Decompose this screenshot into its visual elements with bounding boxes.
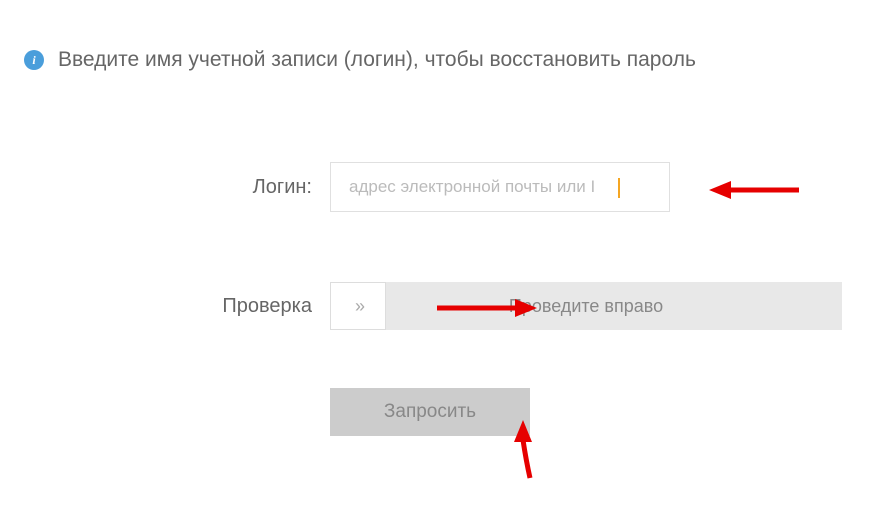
instruction-header: i Введите имя учетной записи (логин), чт…: [0, 0, 878, 72]
slider-handle[interactable]: »: [330, 282, 386, 330]
instruction-text: Введите имя учетной записи (логин), чтоб…: [58, 48, 696, 72]
info-icon: i: [24, 50, 44, 70]
verification-label: Проверка: [0, 295, 330, 318]
chevron-right-icon: »: [355, 296, 361, 317]
slider-track[interactable]: » Проведите вправо: [330, 282, 842, 330]
recovery-form: Логин: Проверка » Проведите вправо Запро…: [0, 162, 878, 436]
submit-button[interactable]: Запросить: [330, 388, 530, 436]
login-label: Логин:: [0, 176, 330, 199]
submit-row: Запросить: [0, 388, 878, 436]
login-row: Логин:: [0, 162, 878, 212]
slider-instruction: Проведите вправо: [509, 296, 663, 317]
text-cursor-indicator: [618, 178, 620, 198]
info-icon-glyph: i: [32, 53, 35, 68]
verification-row: Проверка » Проведите вправо: [0, 282, 878, 330]
